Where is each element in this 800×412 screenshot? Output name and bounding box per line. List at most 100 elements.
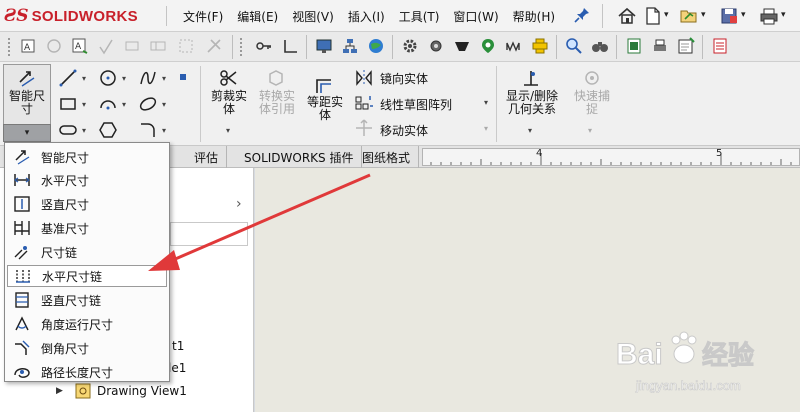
chevron-down-icon[interactable]: ▾: [664, 10, 669, 20]
ds-logo-mark: ƧS: [4, 6, 29, 26]
pin-location-icon[interactable]: [478, 36, 498, 56]
tab-sheet-format[interactable]: 图纸格式: [354, 146, 420, 168]
menu-help[interactable]: 帮助(H): [506, 8, 562, 25]
open-folder-icon[interactable]: [676, 3, 702, 29]
move-entities-label: 移动实体: [380, 124, 429, 138]
divider: [166, 6, 167, 26]
save-icon[interactable]: [716, 3, 742, 29]
menu-item-vertical-ordinate[interactable]: 竖直尺寸链: [7, 289, 167, 311]
rectangle-icon[interactable]: [58, 94, 78, 114]
fillet-icon[interactable]: [138, 120, 158, 140]
ruler: [422, 148, 800, 166]
chevron-down-icon[interactable]: ▾: [162, 126, 166, 135]
key-icon[interactable]: [254, 36, 274, 56]
circle-icon[interactable]: [98, 68, 118, 88]
solidworks-logo[interactable]: ƧS SOLIDWORKS: [4, 4, 154, 28]
offset-entities-label[interactable]: 等距实体: [302, 96, 348, 122]
arc-icon[interactable]: [98, 94, 118, 114]
bowl-icon[interactable]: [452, 36, 472, 56]
ruler-mark-4: 4: [536, 148, 543, 159]
note-icon[interactable]: A: [18, 36, 38, 56]
component-icon[interactable]: [530, 36, 550, 56]
chevron-down-icon[interactable]: ▾: [528, 126, 532, 135]
menu-file[interactable]: 文件(F): [176, 8, 230, 25]
display-relations-icon[interactable]: [521, 68, 541, 88]
mirror-entities-icon[interactable]: [354, 68, 374, 88]
arrow-shaft: [165, 173, 371, 265]
hierarchy-icon[interactable]: [340, 36, 360, 56]
trim-entities-icon[interactable]: [218, 68, 238, 88]
vertical-ordinate-icon: [11, 290, 33, 310]
menu-insert[interactable]: 插入(I): [341, 8, 392, 25]
ordinate-dimension-icon: [11, 242, 33, 262]
spring-icon[interactable]: [504, 36, 524, 56]
chevron-down-icon[interactable]: ▾: [162, 74, 166, 83]
tab-evaluate[interactable]: 评估: [186, 146, 228, 168]
expand-arrow-icon[interactable]: ▶: [56, 386, 63, 396]
binoculars-icon[interactable]: [590, 36, 610, 56]
menu-tools[interactable]: 工具(T): [392, 8, 447, 25]
angle-icon[interactable]: [280, 36, 300, 56]
tree-item-drawing-view[interactable]: Drawing View1: [97, 384, 187, 398]
printer-icon[interactable]: [650, 36, 670, 56]
offset-entities-icon[interactable]: [314, 76, 334, 96]
chamfer-dimension-icon: [11, 338, 33, 358]
tree-item-2[interactable]: le1: [168, 361, 186, 375]
chevron-down-icon[interactable]: ▾: [82, 74, 86, 83]
polygon-icon[interactable]: [98, 120, 118, 140]
baidu-watermark: Bai 经验 jingyan.baidu.com: [616, 331, 755, 393]
chevron-down-icon[interactable]: ▾: [82, 100, 86, 109]
linear-pattern-label[interactable]: 线性草图阵列: [380, 96, 452, 113]
chevron-down-icon[interactable]: ▾: [122, 100, 126, 109]
menu-window[interactable]: 窗口(W): [446, 8, 505, 25]
tree-item-1[interactable]: t1: [172, 339, 184, 353]
gear-icon[interactable]: [400, 36, 420, 56]
path-length-icon: [11, 362, 33, 382]
chevron-down-icon[interactable]: ▾: [226, 126, 230, 135]
menu-edit[interactable]: 编辑(E): [230, 8, 285, 25]
bill-of-materials-icon[interactable]: [710, 36, 730, 56]
chevron-down-icon[interactable]: ▾: [781, 10, 786, 20]
chevron-down-icon: ▾: [484, 124, 489, 133]
line-icon[interactable]: [58, 68, 78, 88]
monitor-icon[interactable]: [314, 36, 334, 56]
home-icon[interactable]: [614, 3, 640, 29]
grip-handle[interactable]: [8, 38, 12, 56]
globe-icon[interactable]: [366, 36, 386, 56]
excel-export-icon[interactable]: [624, 36, 644, 56]
menu-item-angular-running[interactable]: 角度运行尺寸: [7, 313, 167, 335]
chevron-down-icon[interactable]: ▾: [162, 100, 166, 109]
quick-snaps-label: 快速捕捉: [573, 89, 610, 116]
magnifier-icon[interactable]: [564, 36, 584, 56]
grip-handle[interactable]: [240, 38, 244, 56]
menu-item-path-length[interactable]: 路径长度尺寸: [7, 361, 167, 383]
point-icon[interactable]: [180, 74, 186, 80]
divider: [616, 35, 617, 59]
mirror-entities-label[interactable]: 镜向实体: [380, 70, 428, 87]
menu-view[interactable]: 视图(V): [285, 8, 341, 25]
chevron-down-icon[interactable]: ▾: [701, 10, 706, 20]
text-icon[interactable]: A: [70, 36, 90, 56]
chevron-down-icon[interactable]: ▾: [484, 98, 488, 107]
linear-pattern-icon[interactable]: [354, 93, 374, 113]
settings-gear-icon[interactable]: [426, 36, 446, 56]
ruler-mark-5: 5: [716, 148, 723, 159]
slot-icon[interactable]: [58, 120, 78, 140]
move-entities-icon: [354, 118, 374, 138]
menu-item-chamfer-dimension[interactable]: 倒角尺寸: [7, 337, 167, 359]
chevron-down-icon[interactable]: ▾: [82, 126, 86, 135]
ellipse-icon[interactable]: [138, 94, 158, 114]
chevron-down-icon[interactable]: ▾: [741, 10, 746, 20]
print-icon[interactable]: [756, 3, 782, 29]
sheet-properties-icon[interactable]: [676, 36, 696, 56]
pin-icon[interactable]: [574, 7, 590, 23]
chevron-down-icon[interactable]: ▾: [122, 74, 126, 83]
tab-solidworks-addins[interactable]: SOLIDWORKS 插件: [236, 146, 363, 168]
new-document-icon[interactable]: [640, 3, 666, 29]
divider: [200, 66, 201, 142]
spline-icon[interactable]: [138, 68, 158, 88]
display-relations-label[interactable]: 显示/删除几何关系: [500, 90, 564, 116]
menu-item-smart-dimension[interactable]: 智能尺寸: [7, 146, 167, 168]
smart-dimension-dropdown-toggle[interactable]: ▾: [3, 124, 51, 142]
trim-entities-label[interactable]: 剪裁实体: [206, 90, 252, 116]
